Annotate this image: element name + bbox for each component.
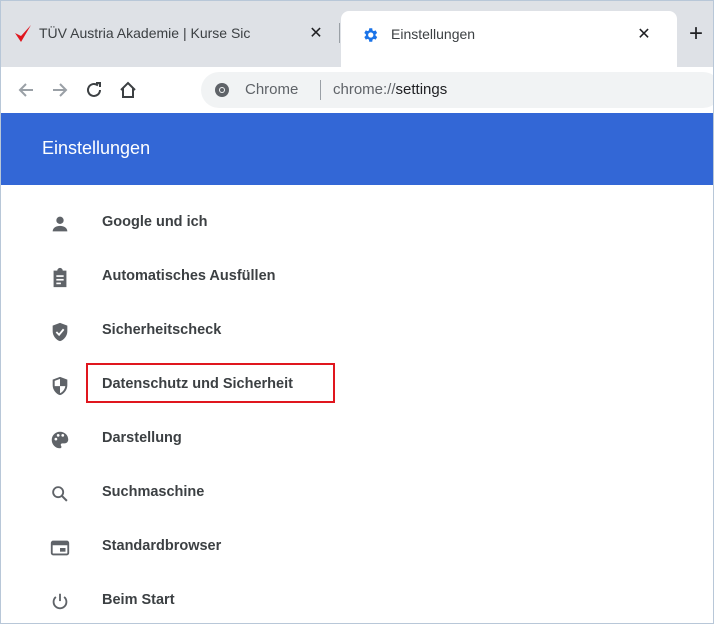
browser-window: TÜV Austria Akademie | Kurse Sic ✕ Einst… xyxy=(0,0,714,624)
shield-half-icon xyxy=(49,375,71,397)
sidebar-item-automatisches-ausfuellen[interactable]: Automatisches Ausfüllen xyxy=(1,253,713,301)
clipboard-icon xyxy=(49,267,71,289)
gear-icon xyxy=(361,26,381,46)
sidebar-item-suchmaschine[interactable]: Suchmaschine xyxy=(1,469,713,517)
arrow-right-icon xyxy=(53,83,68,97)
reload-button[interactable] xyxy=(81,77,107,103)
page-title: Einstellungen xyxy=(42,138,151,158)
new-tab-button[interactable]: + xyxy=(683,21,709,47)
highlight-box xyxy=(86,363,335,403)
address-bar[interactable]: Chrome chrome://settings xyxy=(201,72,713,108)
sidebar-item-beim-start[interactable]: Beim Start xyxy=(1,577,713,623)
sidebar-item-label: Suchmaschine xyxy=(102,484,205,500)
palette-icon xyxy=(49,429,71,451)
tab-title: Einstellungen xyxy=(391,26,476,42)
url-host: settings xyxy=(395,81,448,98)
settings-sidebar: Google und ich Automatisches Ausfüllen S… xyxy=(1,185,713,623)
sidebar-item-label: Sicherheitscheck xyxy=(102,322,222,338)
browser-window-icon xyxy=(49,537,71,559)
tuv-check-logo-icon xyxy=(13,24,33,44)
tab-title: TÜV Austria Akademie | Kurse Sic xyxy=(39,25,251,41)
tab-einstellungen[interactable]: Einstellungen ✕ xyxy=(341,11,677,67)
sidebar-item-label: Standardbrowser xyxy=(102,538,222,554)
sidebar-item-label: Google und ich xyxy=(102,214,208,230)
tab-separator xyxy=(339,23,340,43)
sidebar-item-google-und-ich[interactable]: Google und ich xyxy=(1,199,713,247)
back-button[interactable] xyxy=(13,77,39,103)
url-scheme: chrome:// xyxy=(333,81,396,98)
chrome-icon xyxy=(213,81,231,99)
home-button[interactable] xyxy=(115,77,141,103)
url-text: chrome://settings xyxy=(333,81,447,98)
toolbar: Chrome chrome://settings xyxy=(1,67,713,114)
secure-chip-label: Chrome xyxy=(245,81,299,98)
tab-strip: TÜV Austria Akademie | Kurse Sic ✕ Einst… xyxy=(1,1,713,67)
forward-button[interactable] xyxy=(47,77,73,103)
arrow-left-icon xyxy=(18,83,33,97)
sidebar-item-darstellung[interactable]: Darstellung xyxy=(1,415,713,463)
sidebar-item-label: Beim Start xyxy=(102,592,175,608)
person-icon xyxy=(49,213,71,235)
reload-icon xyxy=(87,82,101,97)
sidebar-item-label: Automatisches Ausfüllen xyxy=(102,268,276,284)
shield-check-icon xyxy=(49,321,71,343)
omnibox-separator xyxy=(320,80,321,100)
search-icon xyxy=(49,483,71,505)
sidebar-item-sicherheitscheck[interactable]: Sicherheitscheck xyxy=(1,307,713,355)
sidebar-item-label: Darstellung xyxy=(102,430,182,446)
close-tab-icon[interactable]: ✕ xyxy=(633,24,655,46)
sidebar-item-standardbrowser[interactable]: Standardbrowser xyxy=(1,523,713,571)
tab-tuv-austria[interactable]: TÜV Austria Akademie | Kurse Sic ✕ xyxy=(9,11,341,67)
home-icon xyxy=(120,81,136,98)
close-tab-icon[interactable]: ✕ xyxy=(305,23,327,45)
power-icon xyxy=(49,591,71,613)
settings-header: Einstellungen xyxy=(1,113,713,185)
